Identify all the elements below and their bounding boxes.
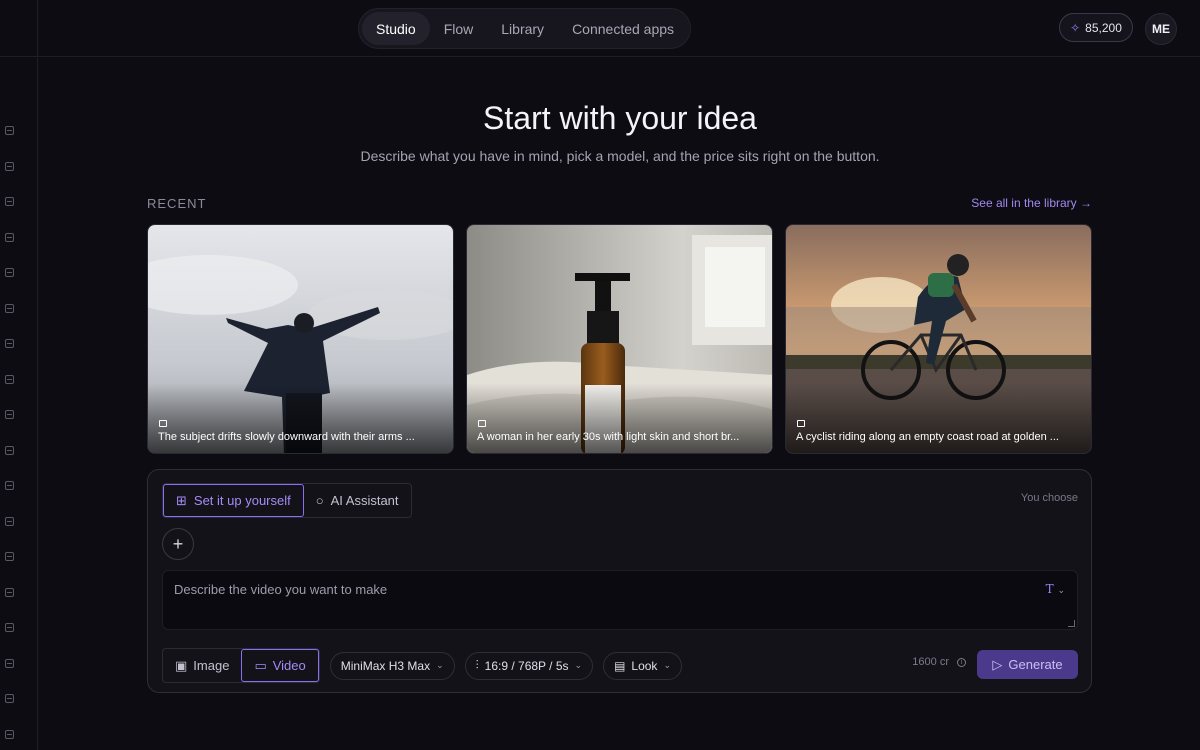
chevron-down-icon: ⌄ [663, 660, 671, 670]
top-bar: Studio Flow Library Connected apps ✧ 85,… [0, 0, 1200, 57]
chat-bubble-icon: ○ [315, 493, 324, 508]
text-format-icon: T [1045, 582, 1054, 596]
rail-icon[interactable] [5, 481, 14, 490]
cost-value: 1600 cr [912, 656, 949, 668]
type-label: Video [272, 658, 306, 673]
tab-studio[interactable]: Studio [362, 12, 430, 45]
chevron-down-icon: ⌄ [574, 660, 583, 670]
text-format-button[interactable]: T ⌄ [1046, 582, 1065, 596]
composer-panel: ⊞ Set it up yourself ○ AI Assistant You … [147, 469, 1092, 693]
image-icon: ▣ [175, 657, 188, 673]
rail-icon[interactable] [5, 197, 14, 206]
generate-label: Generate [1008, 657, 1063, 672]
chevron-down-icon: ⌄ [436, 660, 444, 670]
rail-icon[interactable] [5, 552, 14, 561]
chevron-down-icon: ⌄ [1057, 586, 1065, 596]
rail-icon[interactable] [5, 268, 14, 277]
rail-icon[interactable] [5, 304, 14, 313]
settings-value: 16:9 / 768P / 5s [484, 658, 569, 673]
main-tabs: Studio Flow Library Connected apps [358, 8, 691, 49]
media-type-selector: ▣ Image ▭ Video [162, 648, 320, 683]
credits-button[interactable]: ✧ 85,200 [1059, 13, 1133, 42]
add-button[interactable]: + [162, 528, 194, 560]
rail-icon[interactable] [5, 517, 14, 526]
video-type-button[interactable]: ▭ Video [241, 649, 319, 682]
card-caption: The subject drifts slowly downward with … [158, 431, 415, 443]
image-type-button[interactable]: ▣ Image [163, 649, 241, 682]
composer-options: ▣ Image ▭ Video MiniMax H3 Max ⌄ ⫶ 16:9 … [162, 648, 682, 683]
sparkle-icon: ✧ [1070, 20, 1081, 35]
mode-label: AI Assistant [330, 493, 399, 508]
see-all-link[interactable]: See all in the library → [971, 196, 1092, 210]
recent-card[interactable]: A cyclist riding along an empty coast ro… [785, 224, 1092, 454]
rail-icon[interactable] [5, 588, 14, 597]
sliders-icon: ⫶ [475, 658, 479, 672]
tab-library[interactable]: Library [487, 12, 558, 45]
recent-card[interactable]: A woman in her early 30s with light skin… [466, 224, 773, 454]
resize-handle[interactable] [1068, 620, 1075, 627]
rail-icon[interactable] [5, 730, 14, 739]
rail-icon[interactable] [5, 410, 14, 419]
video-icon [478, 420, 486, 427]
card-caption: A cyclist riding along an empty coast ro… [796, 431, 1059, 443]
generation-cost: 1600 cr i [912, 656, 966, 668]
palette-icon: ▤ [614, 658, 626, 673]
rail-icon[interactable] [5, 659, 14, 668]
prompt-input[interactable]: Describe the video you want to make T ⌄ [162, 570, 1078, 630]
model-value: MiniMax H3 Max [340, 658, 431, 673]
info-icon[interactable]: i [957, 657, 966, 667]
avatar[interactable]: ME [1145, 13, 1177, 45]
recent-card[interactable]: The subject drifts slowly downward with … [147, 224, 454, 454]
video-camera-icon: ▭ [254, 657, 267, 673]
rail-icon[interactable] [5, 446, 14, 455]
page-subtitle: Describe what you have in mind, pick a m… [360, 148, 880, 164]
video-icon [159, 420, 167, 427]
mode-label: Set it up yourself [193, 493, 291, 508]
video-icon [797, 420, 805, 427]
tab-connected-apps[interactable]: Connected apps [558, 12, 688, 45]
rail-icon[interactable] [5, 375, 14, 384]
card-caption: A woman in her early 30s with light skin… [477, 431, 740, 443]
tab-flow[interactable]: Flow [430, 12, 488, 45]
prompt-placeholder: Describe the video you want to make [174, 582, 388, 597]
rail-icon[interactable] [5, 339, 14, 348]
rail-icon[interactable] [5, 233, 14, 242]
look-value: Look [631, 658, 658, 673]
recent-label: RECENT [147, 196, 207, 211]
model-select[interactable]: MiniMax H3 Max ⌄ [329, 651, 455, 680]
play-icon: ▷ [992, 656, 1003, 672]
credits-value: 85,200 [1085, 20, 1122, 35]
generate-button[interactable]: ▷ Generate [977, 650, 1078, 679]
type-label: Image [193, 658, 230, 673]
page-title: Start with your idea [483, 100, 757, 136]
grid-icon: ⊞ [176, 492, 187, 508]
ai-assistant-button[interactable]: ○ AI Assistant [304, 484, 411, 517]
mode-selector: ⊞ Set it up yourself ○ AI Assistant [162, 483, 412, 518]
rail-icon[interactable] [5, 694, 14, 703]
video-settings-select[interactable]: ⫶ 16:9 / 768P / 5s ⌄ [464, 651, 594, 680]
rail-icon[interactable] [5, 623, 14, 632]
set-it-up-yourself-button[interactable]: ⊞ Set it up yourself [163, 484, 304, 517]
look-select[interactable]: ▤ Look ⌄ [603, 651, 682, 680]
you-choose-label: You choose [1020, 492, 1078, 504]
